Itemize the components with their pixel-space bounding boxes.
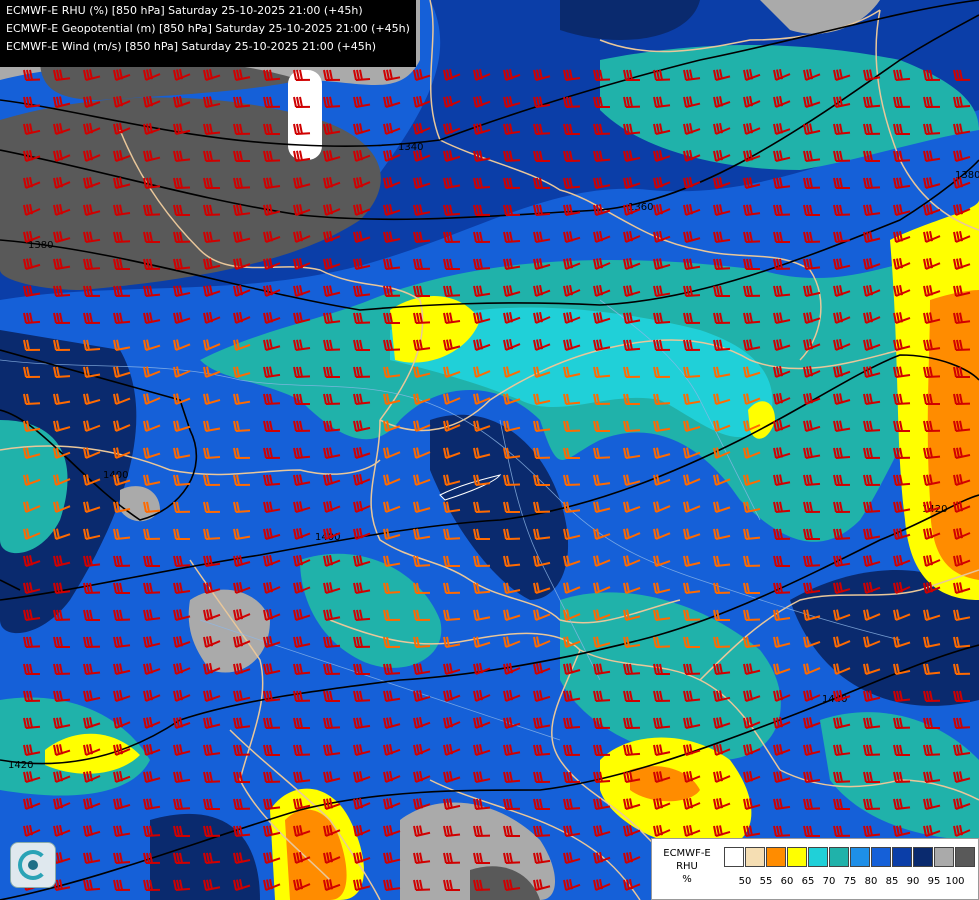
legend-swatch: [745, 847, 765, 867]
contour-label: 1420: [8, 760, 33, 771]
legend-swatch: [934, 847, 954, 867]
legend-unit: %: [682, 874, 692, 885]
legend-swatch: [787, 847, 807, 867]
legend-swatch: [871, 847, 891, 867]
legend-swatch: [766, 847, 786, 867]
rhu-map: 1340 1360 1380 1380 1400 1400 1420 1420 …: [0, 0, 979, 900]
rhu-legend: ECMWF-E RHU % 50 55 60 65 70 75 80 85 90 95 100: [651, 838, 979, 900]
header-line-rhu: ECMWF-E RHU (%) [850 hPa] Saturday 25-10…: [6, 4, 363, 17]
legend-swatch: [829, 847, 849, 867]
ecmwf-logo-icon: [10, 842, 56, 888]
legend-swatch: [955, 847, 975, 867]
header-line-wind: ECMWF-E Wind (m/s) [850 hPa] Saturday 25…: [6, 40, 376, 53]
legend-swatch: [724, 847, 744, 867]
legend-swatch: [892, 847, 912, 867]
legend-swatch: [808, 847, 828, 867]
legend-tick-label: 100: [945, 876, 965, 887]
contour-label: 1380: [955, 170, 979, 181]
legend-variable: RHU: [676, 861, 698, 872]
legend-model: ECMWF-E: [663, 848, 711, 859]
header-line-geopotential: ECMWF-E Geopotential (m) [850 hPa] Satur…: [6, 22, 410, 35]
rhu-60-area: [927, 290, 979, 580]
legend-swatch: [850, 847, 870, 867]
contour-label: 1380: [28, 240, 53, 251]
legend-swatch: [913, 847, 933, 867]
map-header: ECMWF-E RHU (%) [850 hPa] Saturday 25-10…: [0, 0, 416, 67]
